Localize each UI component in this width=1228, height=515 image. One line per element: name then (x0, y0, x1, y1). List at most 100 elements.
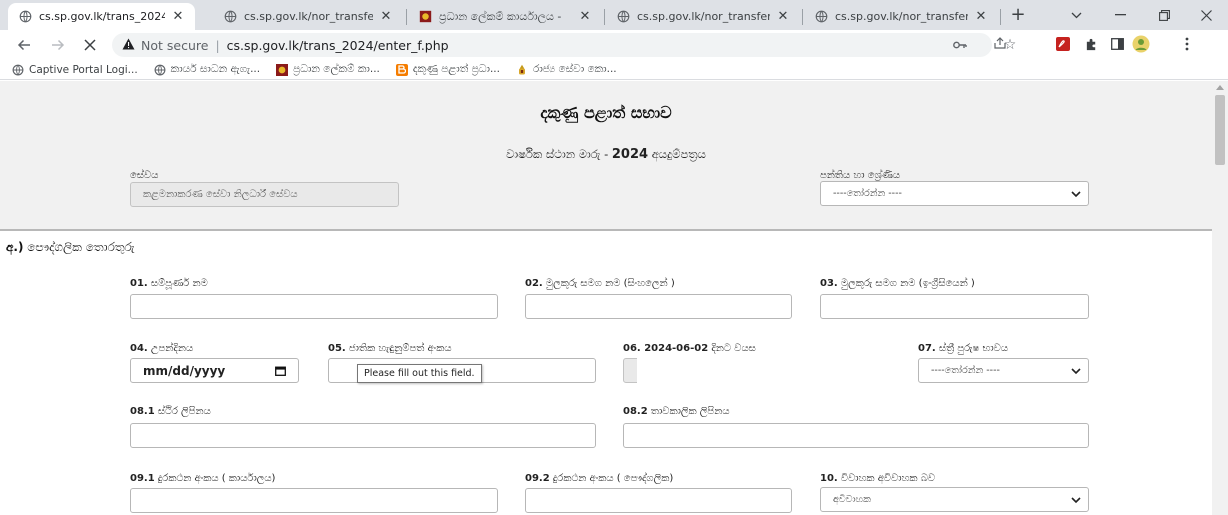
field-number: 09.2 (525, 473, 550, 484)
globe-icon (616, 10, 630, 24)
crest-icon (418, 10, 432, 24)
scroll-up-arrow-icon[interactable] (1216, 85, 1224, 90)
vertical-scrollbar[interactable] (1212, 81, 1228, 515)
tab-chief-secretary[interactable]: ප්‍රධාන ලේකම් කාර්යාලය - ✕ (408, 3, 602, 30)
section-title-text: පෞද්ගලික තොරතුරු (23, 240, 135, 254)
field-number: 03. (820, 278, 838, 289)
field-label-text: සම්පූර්ණ නම (147, 278, 208, 289)
globe-icon (18, 10, 32, 24)
bookmark-star-icon[interactable]: ☆ (1000, 35, 1020, 55)
marital-status-label: 10. විවාහක අවිවාහක බව (820, 473, 935, 484)
field-number: 04. (130, 343, 148, 354)
bookmark-public-service[interactable]: රාජ්‍ය සේවා කො... (516, 63, 617, 76)
field-label-text: දුරකථන අංකය ( කාර්යාලය) (154, 473, 276, 484)
marital-status-select[interactable]: අවිවාහක (820, 487, 1089, 512)
tab-search-chevron-icon[interactable] (1054, 0, 1098, 30)
close-window-icon[interactable] (1184, 0, 1228, 30)
field-number: 02. (525, 278, 543, 289)
age-field-overlay (637, 357, 894, 385)
gender-label: 07. ස්ත්‍රී පුරුෂ භාවය (918, 343, 1008, 354)
temporary-address-label: 08.2 තාවකාලික ලිපිනය (623, 406, 730, 417)
full-name-input[interactable] (130, 294, 498, 319)
address-bar[interactable]: Not secure | cs.sp.gov.lk/trans_2024/ent… (112, 33, 1006, 57)
office-phone-label: 09.1 දුරකථන අංකය ( කාර්යාලය) (130, 473, 275, 484)
globe-icon (154, 64, 166, 76)
bookmarks-bar: Captive Portal Logi... කාර්ය සාධන ඇගැ...… (0, 60, 1228, 80)
tab-nor-transfer-1[interactable]: cs.sp.gov.lk/nor_transfer/ ✕ (213, 3, 403, 30)
tab-separator (604, 9, 605, 25)
calendar-icon[interactable] (275, 366, 286, 376)
stop-loading-button[interactable] (80, 35, 100, 55)
field-number: 10. (820, 473, 838, 484)
globe-icon (12, 64, 24, 76)
tab-title: cs.sp.gov.lk/nor_transfer/ (835, 10, 968, 23)
service-field[interactable] (130, 182, 399, 207)
personal-phone-label: 09.2 දුරකථන අංකය ( පෞද්ගලික) (525, 473, 673, 484)
header-divider (0, 229, 1212, 231)
field-number: 08.2 (623, 406, 648, 417)
service-label: සේවය (130, 170, 159, 181)
grade-select[interactable]: ----තෝරන්න ---- (820, 181, 1089, 206)
globe-icon (814, 10, 828, 24)
separator: | (215, 37, 220, 53)
field-label-text: මුලකුරු සමග නම (සිංහලෙන් ) (542, 278, 675, 289)
field-label-text: දුරකථන අංකය ( පෞද්ගලික) (549, 473, 674, 484)
section-title-personal: අ.) පෞද්ගලික තොරතුරු (6, 240, 135, 255)
permanent-address-input[interactable] (130, 423, 596, 448)
field-number: 05. (328, 343, 346, 354)
close-tab-icon[interactable]: ✕ (776, 9, 790, 24)
bookmark-chief-secretary[interactable]: ප්‍රධාන ලේකම් කා... (276, 63, 380, 76)
close-tab-icon[interactable]: ✕ (379, 9, 393, 24)
pdf-extension-icon[interactable] (1054, 35, 1072, 53)
bookmark-captive-portal[interactable]: Captive Portal Logi... (12, 64, 138, 76)
chevron-down-icon (1071, 497, 1081, 504)
close-tab-icon[interactable]: ✕ (171, 9, 185, 24)
new-tab-button[interactable]: + (1006, 4, 1030, 28)
close-tab-icon[interactable]: ✕ (578, 9, 592, 24)
tab-nor-transfer-2[interactable]: cs.sp.gov.lk/nor_transfer/ ✕ (606, 3, 800, 30)
bookmark-southern-province[interactable]: දකුණු පළාත් ප්‍රධා... (395, 63, 500, 76)
scrollbar-thumb[interactable] (1215, 95, 1225, 165)
field-label-text: තාවකාලික ලිපිනය (647, 406, 730, 417)
name-initials-english-label: 03. මුලකුරු සමග නම (ඉංග්‍රීසියෙන් ) (820, 278, 975, 289)
field-number: 06. 2024-06-02 (623, 343, 709, 354)
profile-avatar-icon[interactable] (1132, 35, 1150, 53)
office-phone-input[interactable] (130, 488, 498, 513)
tab-strip: cs.sp.gov.lk/trans_2024/ente ✕ cs.sp.gov… (0, 0, 1228, 30)
name-initials-sinhala-label: 02. මුලකුරු සමග නම (සිංහලෙන් ) (525, 278, 675, 289)
tab-title: ප්‍රධාන ලේකම් කාර්යාලය - (439, 9, 562, 23)
side-panel-icon[interactable] (1108, 35, 1126, 53)
field-label-text: ස්ත්‍රී පුරුෂ භාවය (935, 343, 1009, 354)
security-label: Not secure (141, 37, 209, 53)
birthday-date-input[interactable]: mm/dd/yyyy (130, 358, 299, 383)
close-tab-icon[interactable]: ✕ (974, 9, 988, 24)
chevron-down-icon (1071, 191, 1081, 198)
restore-icon[interactable] (1142, 0, 1186, 30)
name-initials-sinhala-input[interactable] (525, 294, 792, 319)
key-icon[interactable] (952, 37, 968, 53)
browser-toolbar: Not secure | cs.sp.gov.lk/trans_2024/ent… (0, 30, 1228, 60)
personal-phone-input[interactable] (525, 488, 792, 513)
field-label-text: උපන්දිනය (147, 343, 194, 354)
name-initials-english-input[interactable] (820, 294, 1089, 319)
tab-nor-transfer-3[interactable]: cs.sp.gov.lk/nor_transfer/ ✕ (804, 3, 998, 30)
gender-select[interactable]: ----තෝරන්න ---- (918, 358, 1089, 383)
back-button[interactable] (14, 35, 34, 55)
tab-trans-2024[interactable]: cs.sp.gov.lk/trans_2024/ente ✕ (8, 3, 195, 30)
field-label-text: මුලකුරු සමග නම (ඉංග්‍රීසියෙන් ) (837, 278, 975, 289)
grade-label: පන්තිය හා ශ්‍රේණිය (820, 170, 901, 181)
url-text[interactable]: cs.sp.gov.lk/trans_2024/enter_f.php (227, 38, 449, 53)
temporary-address-input[interactable] (623, 423, 1089, 448)
warning-icon[interactable] (122, 38, 135, 53)
blogger-icon (395, 63, 408, 76)
forward-button[interactable] (48, 35, 68, 55)
extensions-puzzle-icon[interactable] (1082, 35, 1100, 53)
bookmark-performance[interactable]: කාර්ය සාධන ඇගැ... (154, 63, 260, 76)
menu-kebab-icon[interactable] (1178, 35, 1196, 53)
age-label: 06. 2024-06-02 දිනට වයස (623, 343, 756, 354)
field-number: 08.1 (130, 406, 155, 417)
minimize-icon[interactable] (1098, 0, 1142, 30)
field-number: 01. (130, 278, 148, 289)
bookmark-label: දකුණු පළාත් ප්‍රධා... (412, 63, 500, 75)
field-number: 09.1 (130, 473, 155, 484)
